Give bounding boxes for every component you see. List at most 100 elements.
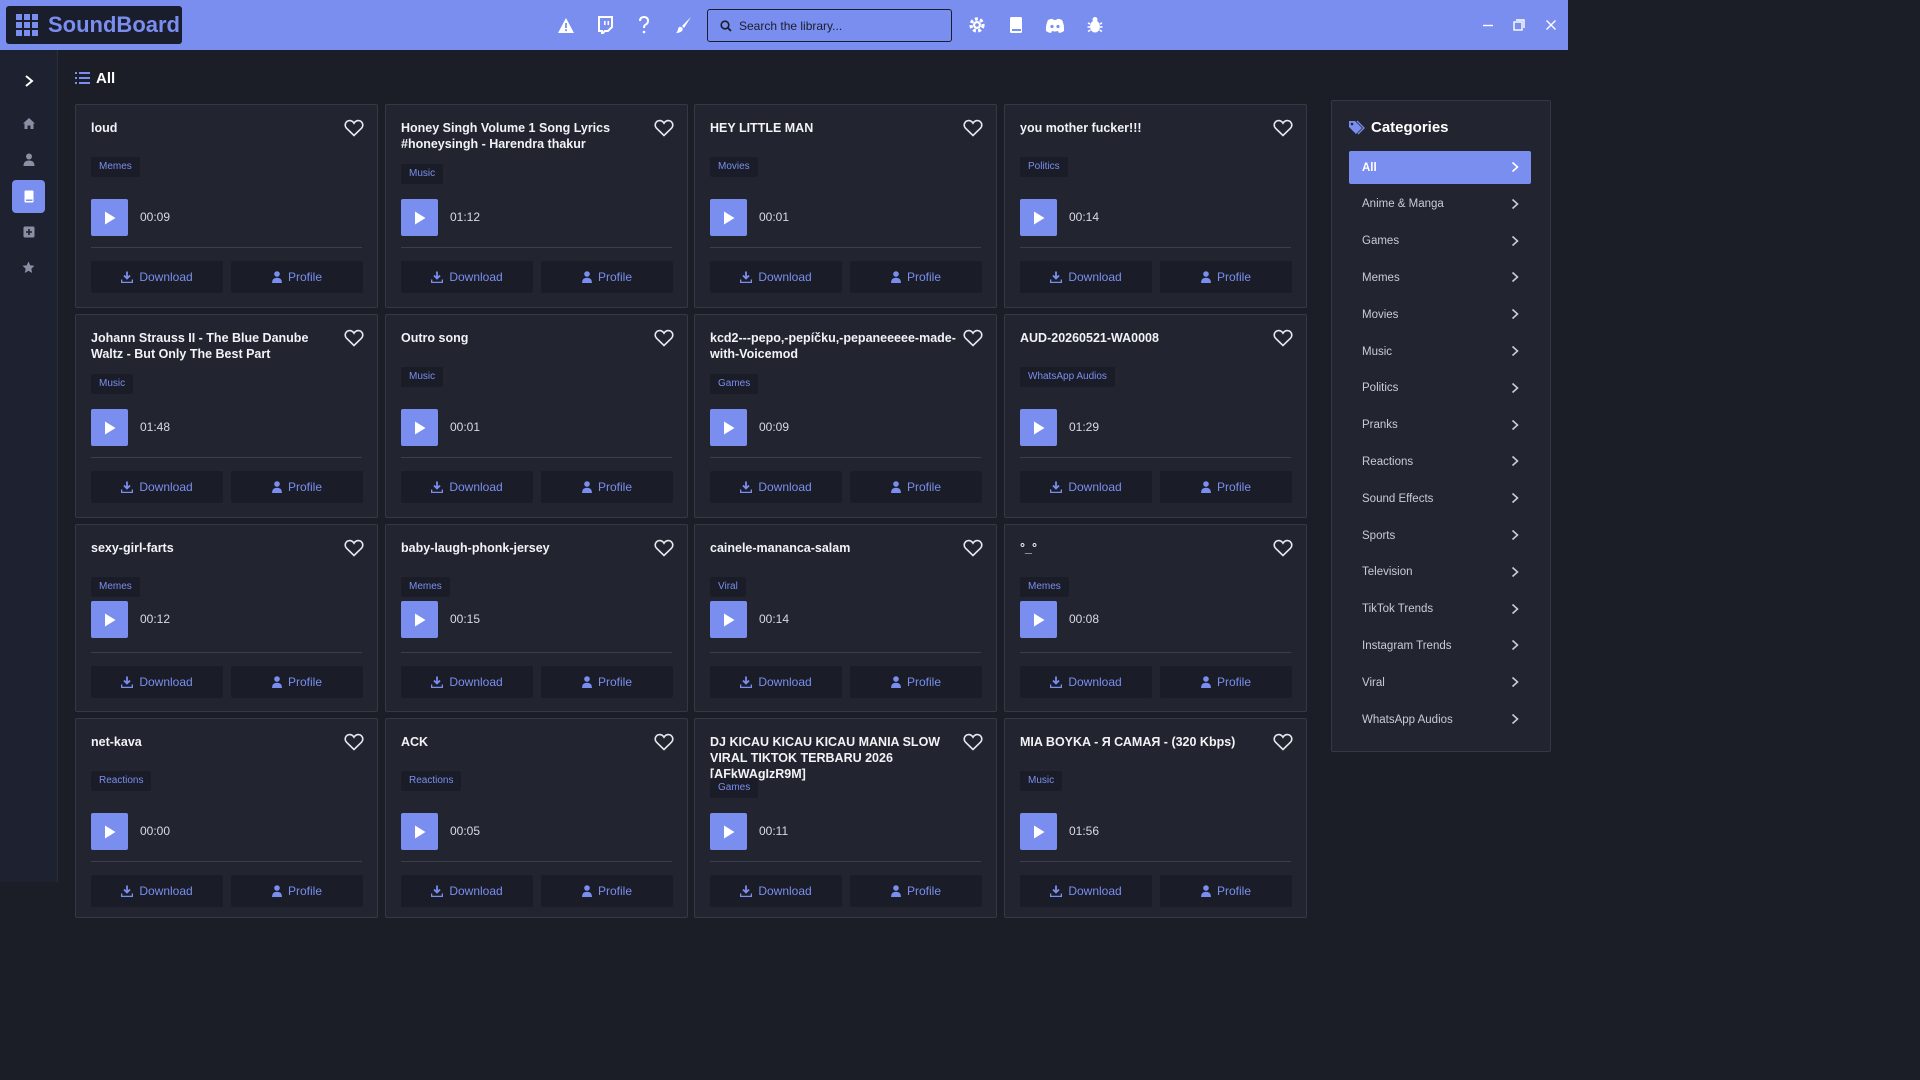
heart-icon[interactable] (654, 329, 674, 347)
profile-button[interactable]: Profile (541, 875, 673, 907)
download-button[interactable]: Download (91, 471, 223, 503)
download-button[interactable]: Download (1020, 471, 1152, 503)
category-tag[interactable]: Memes (401, 577, 450, 597)
download-button[interactable]: Download (91, 261, 223, 293)
download-button[interactable]: Download (710, 875, 842, 907)
profile-button[interactable]: Profile (231, 261, 363, 293)
download-button[interactable]: Download (91, 666, 223, 698)
play-button[interactable] (401, 199, 438, 236)
heart-icon[interactable] (963, 119, 983, 137)
heart-icon[interactable] (344, 539, 364, 557)
heart-icon[interactable] (344, 119, 364, 137)
category-item[interactable]: All (1349, 151, 1531, 184)
play-button[interactable] (401, 409, 438, 446)
heart-icon[interactable] (1273, 539, 1293, 557)
play-button[interactable] (1020, 409, 1057, 446)
heart-icon[interactable] (654, 119, 674, 137)
category-tag[interactable]: Reactions (401, 771, 462, 791)
category-item[interactable]: Sports (1349, 519, 1531, 552)
category-item[interactable]: WhatsApp Audios (1349, 703, 1531, 736)
profile-button[interactable]: Profile (1160, 875, 1292, 907)
heart-icon[interactable] (344, 733, 364, 751)
download-button[interactable]: Download (401, 471, 533, 503)
download-button[interactable]: Download (1020, 666, 1152, 698)
play-button[interactable] (710, 813, 747, 850)
play-button[interactable] (710, 409, 747, 446)
category-tag[interactable]: Reactions (91, 771, 152, 791)
download-button[interactable]: Download (1020, 875, 1152, 907)
book-icon[interactable] (1005, 14, 1027, 36)
category-item[interactable]: Politics (1349, 372, 1531, 405)
category-item[interactable]: Games (1349, 225, 1531, 258)
category-tag[interactable]: Memes (91, 577, 140, 597)
play-button[interactable] (710, 199, 747, 236)
download-button[interactable]: Download (710, 471, 842, 503)
nav-profile[interactable] (12, 143, 45, 176)
app-logo[interactable]: SoundBoard (6, 6, 182, 44)
category-item[interactable]: Memes (1349, 261, 1531, 294)
heart-icon[interactable] (1273, 733, 1293, 751)
profile-button[interactable]: Profile (231, 471, 363, 503)
category-tag[interactable]: Memes (1020, 577, 1069, 597)
profile-button[interactable]: Profile (1160, 666, 1292, 698)
search-bar[interactable] (707, 9, 952, 42)
expand-sidebar-button[interactable] (12, 64, 45, 97)
play-button[interactable] (91, 409, 128, 446)
play-button[interactable] (1020, 813, 1057, 850)
category-tag[interactable]: Games (710, 778, 759, 798)
twitch-icon[interactable] (594, 14, 616, 36)
heart-icon[interactable] (963, 329, 983, 347)
heart-icon[interactable] (1273, 119, 1293, 137)
profile-button[interactable]: Profile (850, 666, 982, 698)
profile-button[interactable]: Profile (850, 261, 982, 293)
category-item[interactable]: Movies (1349, 298, 1531, 331)
profile-button[interactable]: Profile (541, 261, 673, 293)
download-button[interactable]: Download (710, 666, 842, 698)
search-input[interactable] (739, 18, 939, 33)
category-tag[interactable]: Music (401, 164, 444, 184)
download-button[interactable]: Download (401, 875, 533, 907)
play-button[interactable] (91, 601, 128, 638)
category-item[interactable]: Reactions (1349, 445, 1531, 478)
profile-button[interactable]: Profile (850, 471, 982, 503)
category-tag[interactable]: Movies (710, 157, 758, 177)
warning-icon[interactable] (555, 14, 577, 36)
minimize-icon[interactable] (1478, 15, 1498, 35)
profile-button[interactable]: Profile (231, 666, 363, 698)
profile-button[interactable]: Profile (541, 471, 673, 503)
category-tag[interactable]: Games (710, 374, 759, 394)
category-item[interactable]: Viral (1349, 666, 1531, 699)
play-button[interactable] (401, 813, 438, 850)
help-icon[interactable] (633, 14, 655, 36)
download-button[interactable]: Download (710, 261, 842, 293)
category-item[interactable]: Music (1349, 335, 1531, 368)
play-button[interactable] (91, 813, 128, 850)
profile-button[interactable]: Profile (850, 875, 982, 907)
category-tag[interactable]: Politics (1020, 157, 1068, 177)
profile-button[interactable]: Profile (1160, 261, 1292, 293)
nav-library[interactable] (12, 180, 45, 213)
heart-icon[interactable] (963, 733, 983, 751)
profile-button[interactable]: Profile (231, 875, 363, 907)
download-button[interactable]: Download (401, 666, 533, 698)
discord-icon[interactable] (1044, 14, 1066, 36)
category-tag[interactable]: WhatsApp Audios (1020, 367, 1115, 387)
category-tag[interactable]: Music (91, 374, 134, 394)
brush-icon[interactable] (673, 14, 695, 36)
category-tag[interactable]: Music (401, 367, 444, 387)
profile-button[interactable]: Profile (541, 666, 673, 698)
nav-add[interactable] (12, 215, 45, 248)
download-button[interactable]: Download (91, 875, 223, 907)
play-button[interactable] (401, 601, 438, 638)
play-button[interactable] (91, 199, 128, 236)
category-tag[interactable]: Memes (91, 157, 140, 177)
settings-icon[interactable] (966, 14, 988, 36)
category-tag[interactable]: Viral (710, 577, 746, 597)
category-item[interactable]: Instagram Trends (1349, 629, 1531, 662)
bug-icon[interactable] (1084, 14, 1106, 36)
play-button[interactable] (710, 601, 747, 638)
category-tag[interactable]: Music (1020, 771, 1063, 791)
heart-icon[interactable] (963, 539, 983, 557)
nav-home[interactable] (12, 107, 45, 140)
heart-icon[interactable] (654, 539, 674, 557)
